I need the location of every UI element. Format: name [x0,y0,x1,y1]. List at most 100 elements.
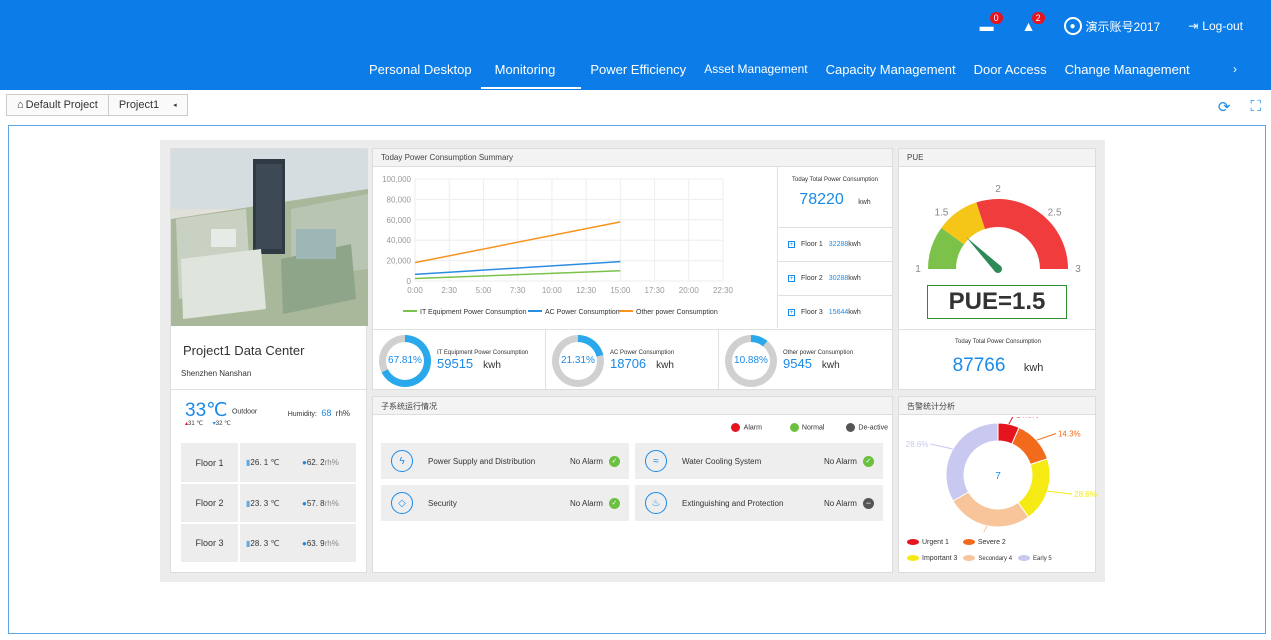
fire-icon: ♨ [645,492,667,514]
expand-icon[interactable]: + [788,275,795,282]
message-button[interactable]: ▬ 0 [980,12,1003,34]
subsystem-card[interactable]: ≈ Water Cooling System No Alarm ✓ [635,443,883,479]
alarm-slice [945,422,999,502]
total-unit: kwh [858,199,871,206]
subsystem-card[interactable]: ◇ Security No Alarm ✓ [381,485,629,521]
gauge-tick-label: 1.5 [934,207,948,218]
humidity-unit: rh% [335,409,351,418]
floor-name: Floor 2 [181,483,240,524]
x-tick-label: 17:30 [645,286,666,295]
nav-more-chevron-icon[interactable]: › [1233,62,1237,76]
normal-icon: ✓ [608,455,620,467]
nav-change-management[interactable]: Change Management [1056,56,1199,89]
normal-icon: ✓ [862,455,874,467]
nav-asset-management[interactable]: Asset Management [695,56,816,89]
pue-panel: PUE 1 1.5 2 2.5 3 PUE=1.5 Today Total Power … [898,148,1097,390]
floor-stat-row[interactable]: + Floor 1 32288 kwh [778,227,892,261]
x-tick-label: 5:00 [476,286,492,295]
total-value: 78220 [799,191,844,208]
outdoor-temp: 33℃ [185,400,228,421]
x-tick-label: 15:00 [610,286,631,295]
nav-power-efficiency[interactable]: Power Efficiency [581,56,695,89]
panel-title: 告警统计分析 [899,397,1095,415]
power-summary-panel: Today Power Consumption Summary 100,000 8… [372,148,893,391]
fullscreen-icon[interactable]: ⛶ [1250,98,1261,116]
nav-monitoring[interactable]: Monitoring [480,56,582,89]
nav-capacity-management[interactable]: Capacity Management [817,56,965,89]
water-icon: ≈ [645,450,667,472]
dropdown-icon: ◂ [173,102,177,109]
legend-label: AC Power Consumption [545,309,620,316]
table-row: Floor 2 ▮23. 3 ℃ ●57. 8rh% [181,483,356,524]
donut-value: 9545 [783,356,812,371]
lightning-icon: ϟ [391,450,413,472]
floor-stat-row[interactable]: + Floor 3 15644 kwh [778,295,892,329]
logout-button[interactable]: ⇥ Log-out [1188,19,1243,33]
subsystem-card[interactable]: ♨ Extinguishing and Protection No Alarm … [635,485,883,521]
alarm-pct-label: 28.6% [906,440,929,449]
donut-text: Other power Consumption 9545 kwh [783,350,853,371]
divider [171,389,368,390]
donut-text: AC Power Consumption 18706 kwh [610,350,674,371]
x-tick-label: 2:30 [441,286,457,295]
table-row: Floor 3 ▮28. 3 ℃ ●63. 9rh% [181,523,356,564]
expand-icon[interactable]: + [788,309,795,316]
building-image [171,149,368,326]
donut-ring: 21.31% [552,334,604,387]
message-badge: 0 [989,12,1003,24]
alarm-total: 7 [995,471,1001,482]
important-icon [907,555,919,562]
breadcrumb: ⌂ Default Project Project1 ◂ [6,94,188,116]
donut-other: 10.88% Other power Consumption 9545 kwh [719,330,892,391]
y-tick-label: 0 [407,277,412,286]
project-name: Project1 Data Center [183,343,305,358]
donut-pct: 21.31% [559,341,597,380]
gauge-tick-label: 1 [915,264,921,275]
normal-icon [789,423,799,432]
donut-pct: 67.81% [386,341,424,380]
shield-icon: ◇ [391,492,413,514]
floor-value: 32288 [828,241,849,248]
donut-ac: 21.31% AC Power Consumption 18706 kwh [546,330,719,391]
floor-hum: ●62. 2rh% [295,443,356,484]
legend-label: Other power Consumption [636,309,718,316]
subsystem-name: Extinguishing and Protection [682,498,784,508]
floor-temp: ▮23. 3 ℃ [239,483,296,524]
legend-important: Important 3 [907,555,957,562]
gauge-tick-label: 2.5 [1048,207,1062,218]
divider [899,329,1097,330]
breadcrumb-current[interactable]: Project1 ◂ [108,94,188,116]
user-menu[interactable]: ● 演示账号2017 [1063,17,1160,35]
y-tick-label: 60,000 [387,216,412,225]
alarm-pct-label: 14.3% [1058,430,1081,439]
legend-deactive: De-active [858,424,888,432]
temp-high: 32 ℃ [215,421,231,427]
legend-severe: Severe 2 [962,539,1006,546]
humidity-label: Humidity: [287,411,317,418]
alarm-leader [983,525,988,532]
severe-icon [962,539,975,546]
pue-gauge: 1 1.5 2 2.5 3 [915,184,1081,275]
floor-stat-row[interactable]: + Floor 2 30288 kwh [778,261,892,295]
alarm-leader [1008,417,1014,425]
subsystem-card[interactable]: ϟ Power Supply and Distribution No Alarm… [381,443,629,479]
breadcrumb-home[interactable]: ⌂ Default Project [6,94,109,116]
gauge-tick-label: 2 [995,184,1001,195]
secondary-icon [963,555,976,562]
nav-personal-desktop[interactable]: Personal Desktop [360,56,481,89]
temperature-box: 33℃ Outdoor Humidity: 68 rh% ▴31 ℃ ▾32 ℃ [185,399,355,427]
legend-label: IT Equipment Power Consumption [420,309,527,316]
alarm-legend: Urgent 1 Severe 2 Important 3 Secondary … [907,535,1097,567]
alarm-stats-panel: 告警统计分析 14.3%14.3%28.6%14.3%28.6%7 Urgent… [898,396,1097,573]
floor-label: Floor 1 [801,241,823,248]
floor-name: Floor 1 [181,443,240,484]
donut-unit: kwh [656,360,674,371]
subsystem-status: No Alarm [570,498,603,508]
refresh-icon[interactable]: ⟳ [1218,98,1231,116]
alarm-pct-label: 14.3% [1016,417,1039,419]
expand-icon[interactable]: + [788,241,795,248]
alarm-button[interactable]: ▲ 2 [1022,12,1045,34]
line-chart: 100,000 80,000 60,000 40,000 20,000 00:00 2:30… [382,175,733,316]
alarm-badge: 2 [1031,12,1045,24]
nav-door-access[interactable]: Door Access [965,56,1056,89]
